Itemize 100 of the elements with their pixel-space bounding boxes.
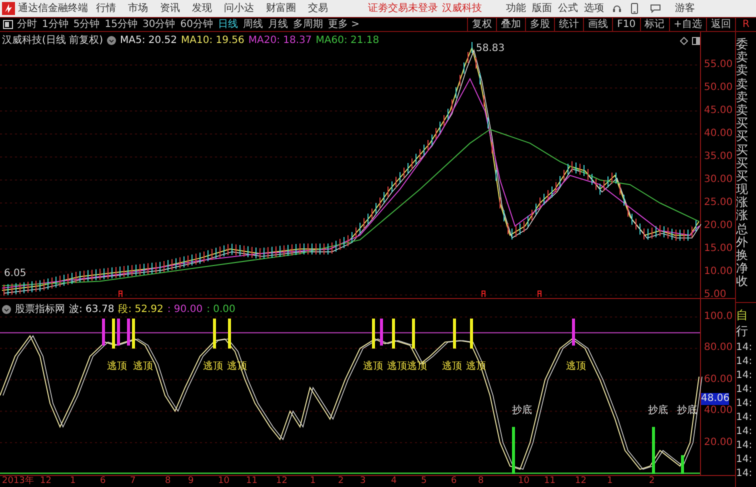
date-axis-label: 12 [276,475,288,487]
diamond-icon[interactable] [680,37,688,45]
r-button[interactable]: R [735,17,756,32]
toolbar-button[interactable]: 统计 [554,17,584,32]
menu-item[interactable]: 发现 [192,1,212,16]
date-axis-label: 4 [391,475,397,487]
menu-item[interactable]: 问小达 [224,1,254,16]
event-marker-icon[interactable] [537,290,542,297]
menu-item[interactable]: 市场 [128,1,148,16]
quote-label: 卖 [736,78,749,91]
sell-signal-label: 逃顶 [566,361,586,373]
date-axis-label: 11 [246,475,258,487]
period-tab[interactable]: 5分钟 [73,17,100,32]
quote-label: 净 [736,262,749,276]
sell-signal-label: 逃顶 [363,361,383,373]
ma-value: MA10: 19.56 [181,34,244,48]
quote-label: 买 [736,117,749,130]
date-axis-label: 12 [575,475,586,487]
date-axis-label: 8 [478,475,484,487]
time-label: 14: [736,369,754,383]
date-axis-label: 2013年 [2,475,34,487]
indicator-axis-label: 40.00 [704,405,733,418]
menu-item[interactable]: 资讯 [160,1,180,16]
date-axis-label: 3 [360,475,366,487]
headset-icon[interactable] [612,4,622,14]
date-axis-label: 6 [100,475,106,487]
toolbar-button[interactable]: +自选 [668,17,706,32]
sell-signal-label: 逃顶 [203,361,223,373]
sell-signal-bar [380,318,383,346]
price-axis-label: 50.00 [704,82,733,94]
period-tab[interactable]: 周线 [242,17,263,32]
period-tab[interactable]: 30分钟 [142,17,176,32]
menu-item[interactable]: 选项 [584,1,604,16]
price-axis-label: 45.00 [704,105,733,117]
price-axis-label: 10.00 [704,266,733,278]
toolbar-button[interactable]: 多股 [525,17,554,32]
phone-icon[interactable] [631,3,638,14]
sell-signal-bar [117,318,120,346]
quote-label: 买 [736,144,749,157]
quote-label: 卖 [736,51,749,64]
panel-toggle-icon[interactable] [3,20,13,29]
menu-item[interactable]: 财富圈 [266,1,296,16]
date-axis-label: 1 [607,475,613,487]
stock-name[interactable]: 汉威科技 [442,1,482,16]
quote-label: 收 [736,275,749,289]
toolbar-button[interactable]: 复权 [467,17,496,32]
message-icon[interactable] [650,4,661,13]
login-status[interactable]: 证劵交易未登录 [368,1,438,16]
time-label: 14: [736,383,754,397]
quote-label: 卖 [736,90,749,104]
event-marker-icon[interactable] [118,290,123,297]
user-label[interactable]: 游客 [675,1,695,16]
period-tab[interactable]: 60分钟 [180,17,213,32]
time-label: 14: [736,355,754,369]
menu-item[interactable]: 版面 [532,1,552,16]
toolbar-button[interactable]: 画线 [583,17,612,32]
sell-signal-bar [572,318,575,346]
period-tab[interactable]: 月线 [268,17,288,32]
sell-signal-bar [412,318,415,349]
price-axis-label: 15.00 [704,243,733,255]
indicator-value: : 90.00 [167,303,203,317]
app-name: 通达信金融终端 [18,2,89,16]
quote-label: 涨 [736,196,749,210]
quote-label: 总 [736,222,749,236]
indicator-value: 段: 52.92 [118,303,164,317]
menu-item[interactable]: 功能 [506,1,526,16]
time-label: 14: [736,467,754,481]
period-tab[interactable]: 更多 > [328,17,360,32]
toolbar-button[interactable]: F10 [612,17,640,32]
sell-signal-bar [132,318,135,349]
toolbar-button[interactable]: 叠加 [496,17,526,32]
toolbar-button[interactable]: 标记 [640,17,669,32]
period-tab[interactable]: 分时 [17,17,37,32]
period-tab[interactable]: 多周期 [292,17,323,32]
auto-mode-label[interactable]: 自 [736,309,756,325]
period-tab[interactable]: 1分钟 [42,17,68,32]
period-tab[interactable]: 日线 [218,17,238,32]
quote-label: 卖 [736,104,749,118]
ma-value: MA5: 20.52 [120,34,177,48]
quote-label: 现 [736,183,749,196]
quotes-label[interactable]: 行 [736,325,756,341]
sell-signal-bar [372,318,375,349]
panel-icon[interactable] [692,37,700,45]
period-tab[interactable]: 15分钟 [104,17,138,32]
toolbar-button[interactable]: 返回 [706,17,735,32]
low-price-label: 6.05 [4,268,26,280]
menu-item[interactable]: 行情 [96,1,116,16]
date-axis-label: 11 [544,475,556,487]
ma-value: MA20: 18.37 [248,34,312,48]
menu-item[interactable]: 公式 [558,1,578,16]
sell-signal-label: 逃顶 [133,361,153,373]
event-marker-icon[interactable] [481,290,486,297]
date-axis-label: 9 [188,475,194,487]
menu-item[interactable]: 交易 [308,1,328,16]
settings-icon[interactable] [2,305,11,314]
sell-signal-bar [213,318,216,349]
quote-label: 卖 [736,64,749,78]
price-axis-label: 25.00 [704,197,733,209]
settings-icon[interactable] [106,36,116,45]
quote-label: 买 [736,170,749,184]
